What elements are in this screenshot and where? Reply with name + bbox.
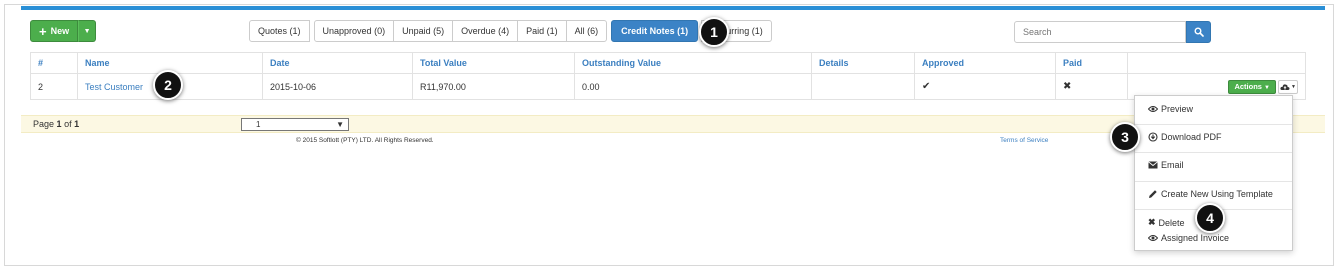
- credit-notes-table: # Name Date Total Value Outstanding Valu…: [30, 52, 1306, 100]
- download-icon: [1148, 132, 1158, 142]
- plus-icon: +: [39, 23, 47, 39]
- tab-paid[interactable]: Paid (1): [517, 20, 567, 42]
- actions-button-label: Actions: [1234, 81, 1262, 91]
- new-dropdown-toggle[interactable]: ▼: [78, 20, 97, 42]
- filter-tabs: Quotes (1) Unapproved (0) Unpaid (5) Ove…: [249, 20, 772, 42]
- menu-item-download-pdf[interactable]: Download PDF: [1148, 132, 1222, 142]
- menu-item-assigned-invoice[interactable]: Assigned Invoice: [1148, 233, 1229, 243]
- caret-down-icon: ▼: [83, 27, 91, 35]
- table-row: 2 Test Customer 2015-10-06 R11,970.00 0.…: [30, 73, 1306, 100]
- search-button[interactable]: [1186, 21, 1211, 43]
- column-header-total-value[interactable]: Total Value: [412, 52, 575, 74]
- cell-details: [811, 73, 915, 100]
- customer-link[interactable]: Test Customer: [85, 82, 143, 92]
- cell-outstanding-value: 0.00: [574, 73, 812, 100]
- column-header-paid[interactable]: Paid: [1055, 52, 1128, 74]
- menu-item-preview[interactable]: Preview: [1148, 104, 1193, 114]
- menu-divider: [1135, 181, 1292, 182]
- cell-total-value: R11,970.00: [412, 73, 575, 100]
- cell-number: 2: [30, 73, 78, 100]
- callout-1: 1: [699, 17, 729, 47]
- caret-down-icon: ▼: [1291, 83, 1296, 90]
- x-icon: ✖: [1148, 217, 1156, 227]
- cell-date: 2015-10-06: [262, 73, 413, 100]
- x-icon: ✖: [1063, 81, 1072, 92]
- eye-icon: [1148, 106, 1158, 112]
- menu-divider: [1135, 124, 1292, 125]
- tab-credit-notes[interactable]: Credit Notes (1): [611, 20, 699, 42]
- menu-item-create-new-using-template[interactable]: Create New Using Template: [1148, 189, 1273, 199]
- eye-icon: [1148, 235, 1158, 241]
- top-accent-bar: [21, 6, 1325, 10]
- new-button[interactable]: + New: [30, 20, 79, 42]
- cloud-upload-icon: [1280, 83, 1290, 90]
- cell-paid: ✖: [1055, 73, 1128, 100]
- tab-all[interactable]: All (6): [565, 20, 608, 42]
- pencil-icon: [1149, 190, 1157, 198]
- callout-3: 3: [1110, 122, 1140, 152]
- caret-down-icon: ▼: [336, 120, 344, 129]
- column-header-approved[interactable]: Approved: [914, 52, 1056, 74]
- column-header-actions: [1127, 52, 1306, 74]
- new-button-group: + New ▼: [30, 20, 97, 42]
- caret-down-icon: ▼: [1264, 84, 1270, 91]
- copyright-text: © 2015 Softlott (PTY) LTD. All Rights Re…: [296, 137, 434, 144]
- upload-menu-button[interactable]: ▼: [1278, 79, 1298, 94]
- column-header-date[interactable]: Date: [262, 52, 413, 74]
- search-icon: [1194, 27, 1204, 37]
- search-input[interactable]: [1014, 21, 1186, 43]
- tab-overdue[interactable]: Overdue (4): [452, 20, 519, 42]
- new-button-label: New: [50, 26, 70, 36]
- column-header-number[interactable]: #: [30, 52, 78, 74]
- check-icon: ✔: [922, 81, 931, 92]
- envelope-icon: [1148, 161, 1158, 169]
- column-header-outstanding-value[interactable]: Outstanding Value: [574, 52, 812, 74]
- callout-4: 4: [1195, 203, 1225, 233]
- table-header-row: # Name Date Total Value Outstanding Valu…: [30, 52, 1306, 74]
- tab-unpaid[interactable]: Unpaid (5): [393, 20, 454, 42]
- page-indicator: Page 1 of 1: [33, 119, 80, 129]
- menu-divider: [1135, 152, 1292, 153]
- actions-button[interactable]: Actions ▼: [1228, 79, 1276, 94]
- menu-item-email[interactable]: Email: [1148, 160, 1184, 170]
- cell-approved: ✔: [914, 73, 1056, 100]
- menu-item-delete[interactable]: ✖ Delete: [1148, 217, 1185, 228]
- column-header-details[interactable]: Details: [811, 52, 915, 74]
- callout-2: 2: [153, 70, 183, 100]
- terms-of-service-link[interactable]: Terms of Service: [1000, 137, 1048, 144]
- tab-unapproved[interactable]: Unapproved (0): [313, 20, 395, 42]
- page-select[interactable]: 1 ▼: [241, 118, 349, 131]
- tab-quotes[interactable]: Quotes (1): [249, 20, 310, 42]
